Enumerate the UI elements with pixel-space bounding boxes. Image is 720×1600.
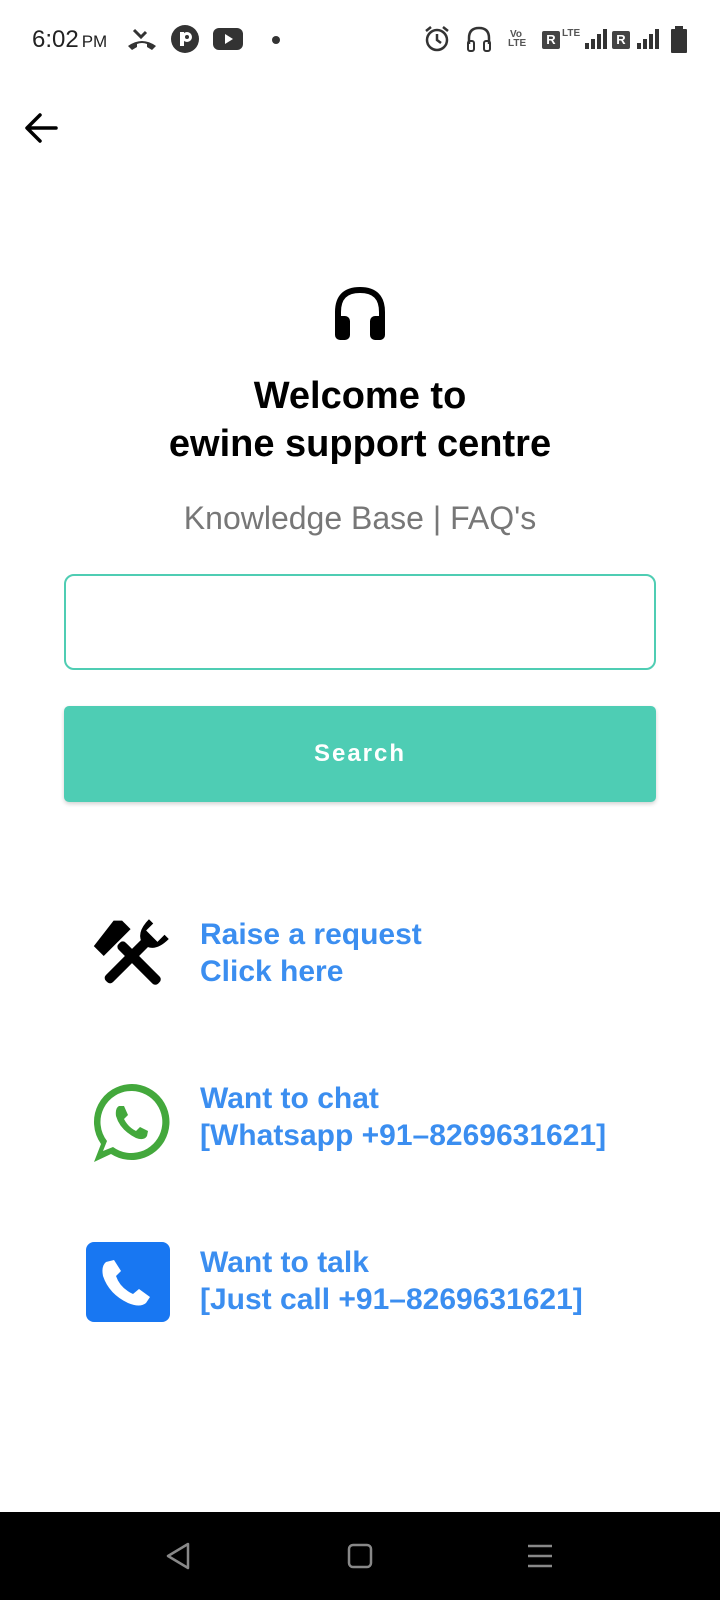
want-to-chat-label: Want to chat <box>200 1082 379 1115</box>
whatsapp-number-label: [Whatsapp +91–8269631621] <box>200 1119 607 1152</box>
phone-icon <box>86 1242 170 1322</box>
want-to-talk-label: Want to talk <box>200 1246 369 1279</box>
welcome-line-2: ewine support centre <box>168 423 552 465</box>
raise-request-label: Raise a request <box>200 918 422 951</box>
status-time-ampm: PM <box>81 32 108 51</box>
back-arrow-icon[interactable] <box>22 108 62 148</box>
status-time-value: 6:02 <box>32 26 79 53</box>
knowledge-base-subtitle: Knowledge Base | FAQ's <box>183 500 537 536</box>
status-bar: 6:02 PM Vo LTE R LTE R <box>0 0 720 80</box>
search-button[interactable]: Search <box>64 706 656 802</box>
lte-label: LTE <box>562 28 581 39</box>
system-nav-bar <box>0 1512 720 1600</box>
battery-icon <box>671 26 687 53</box>
tools-icon <box>93 919 169 985</box>
headphones-icon <box>335 286 385 340</box>
roaming-indicator-2: R <box>612 31 630 49</box>
nav-back-icon[interactable] <box>156 1534 200 1578</box>
whatsapp-icon <box>93 1084 170 1162</box>
notification-dot <box>272 36 280 44</box>
raise-request-link[interactable]: Raise a request Click here <box>200 916 422 990</box>
call-link[interactable]: Want to talk [Just call +91–8269631621] <box>200 1244 583 1318</box>
app-notification-icon <box>171 25 199 53</box>
nav-menu-icon[interactable] <box>518 1534 562 1578</box>
call-number-label: [Just call +91–8269631621] <box>200 1283 583 1316</box>
raise-request-row[interactable]: Raise a request Click here <box>80 912 680 1012</box>
signal-strength-icon <box>585 29 607 49</box>
status-time: 6:02 PM <box>32 26 107 54</box>
headphones-status-icon <box>467 26 491 52</box>
alarm-icon <box>425 26 449 52</box>
welcome-line-1: Welcome to <box>253 375 467 417</box>
call-row[interactable]: Want to talk [Just call +91–8269631621] <box>80 1240 680 1340</box>
nav-home-icon[interactable] <box>338 1534 382 1578</box>
whatsapp-chat-link[interactable]: Want to chat [Whatsapp +91–8269631621] <box>200 1080 606 1154</box>
roaming-indicator: R <box>542 31 560 49</box>
volte-label: Vo LTE <box>508 29 527 49</box>
whatsapp-chat-row[interactable]: Want to chat [Whatsapp +91–8269631621] <box>80 1076 680 1176</box>
search-input[interactable] <box>64 574 656 670</box>
youtube-icon <box>213 28 243 50</box>
page-title: Welcome to ewine support centre <box>0 372 720 468</box>
click-here-label: Click here <box>200 955 344 988</box>
missed-call-icon <box>128 28 156 50</box>
signal-strength-icon-2 <box>637 29 659 49</box>
